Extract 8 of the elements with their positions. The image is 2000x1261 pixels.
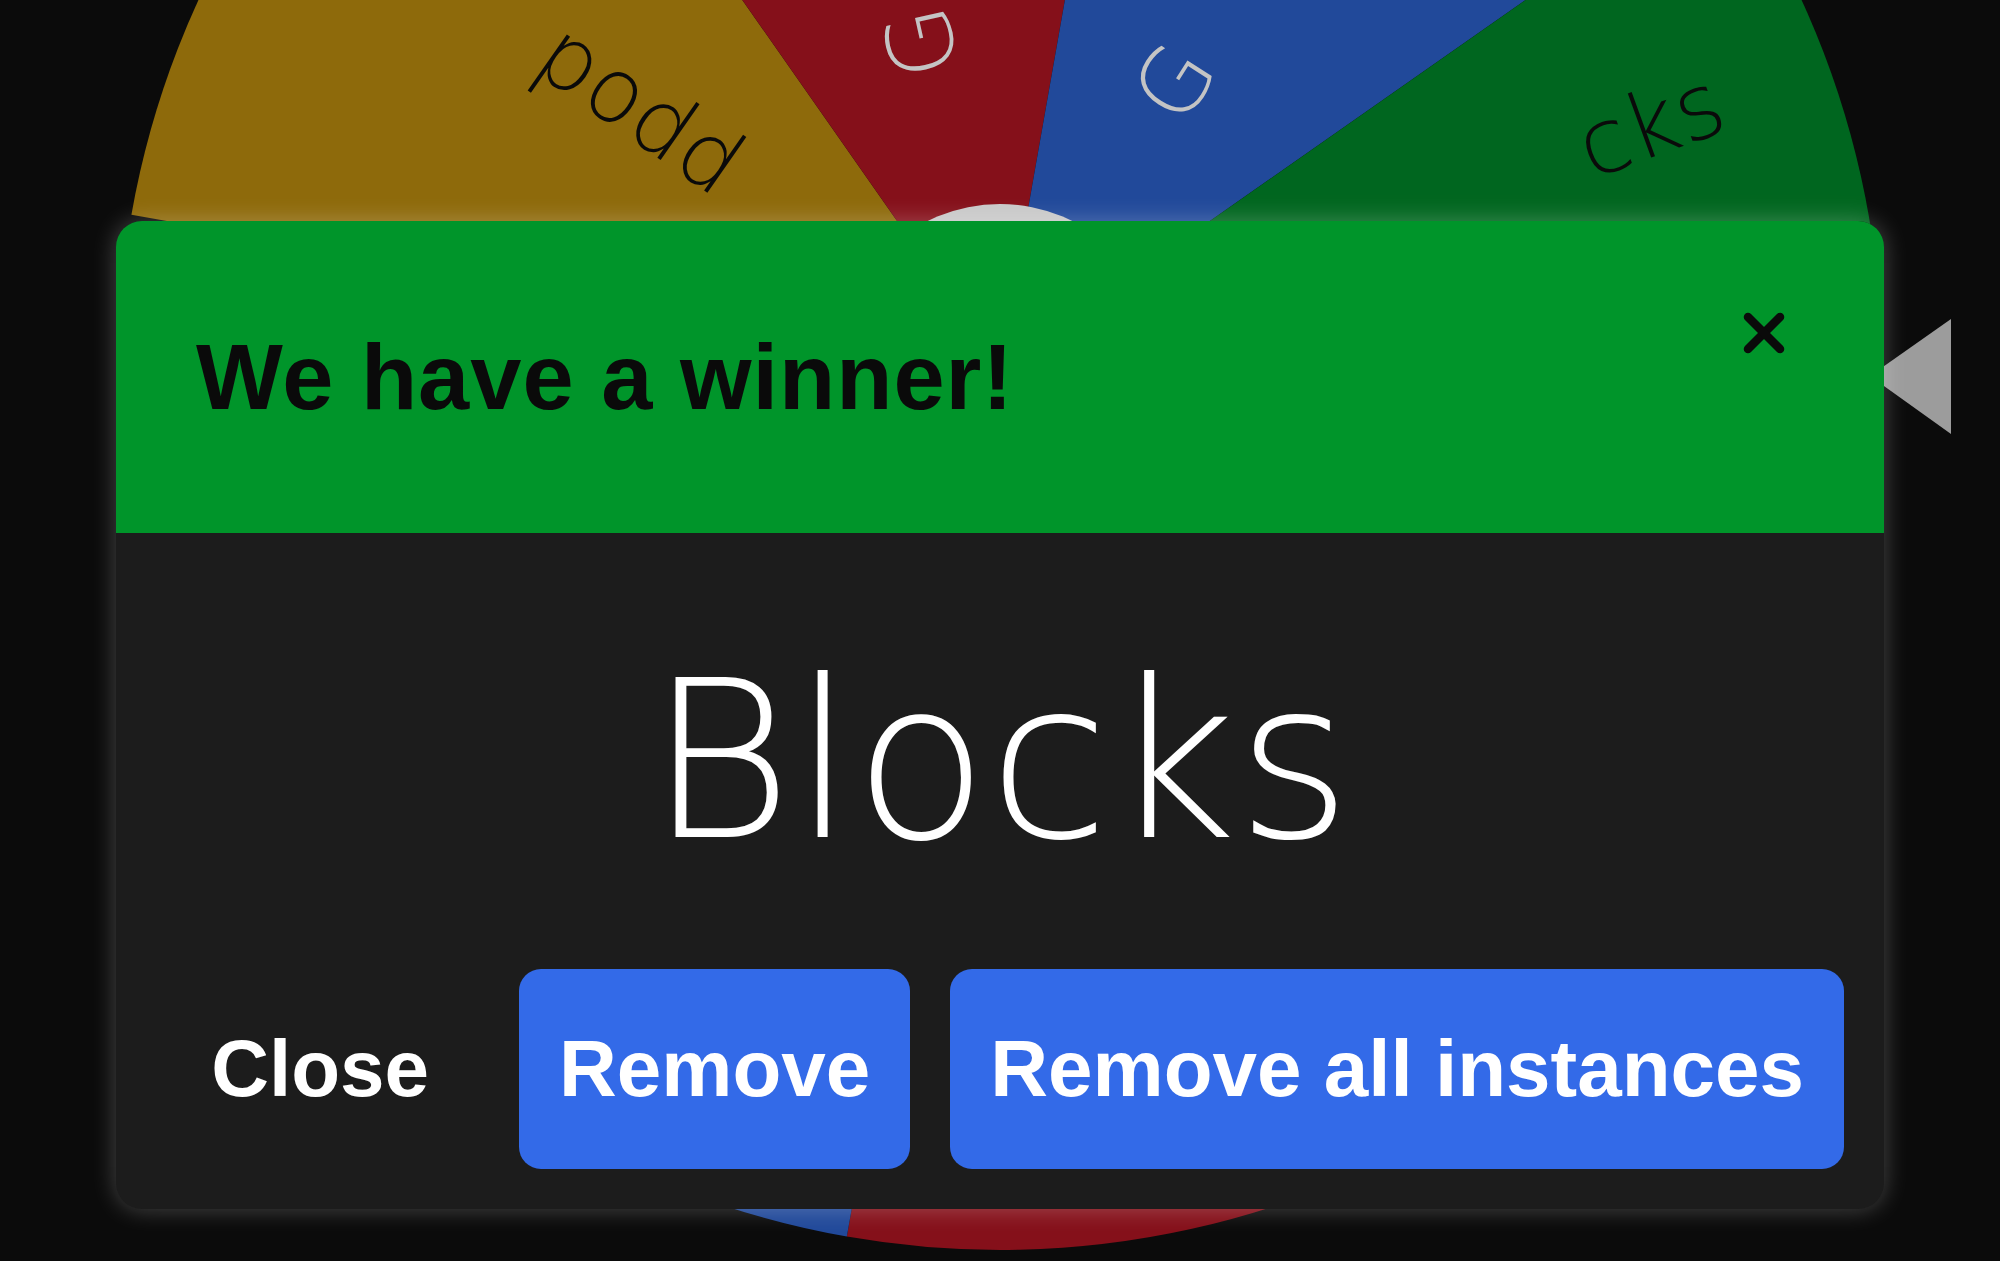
segment-label: cks xyxy=(1562,49,1738,200)
close-button[interactable]: Close xyxy=(161,969,480,1169)
remove-button[interactable]: Remove all instances xyxy=(950,969,1844,1169)
segment-label: G xyxy=(862,0,980,88)
winner-name: Blocks xyxy=(648,651,1352,871)
segment-label: G xyxy=(1111,24,1238,140)
dialog-title: We have a winner! xyxy=(196,325,1014,430)
remove-button[interactable]: Remove xyxy=(519,969,911,1169)
